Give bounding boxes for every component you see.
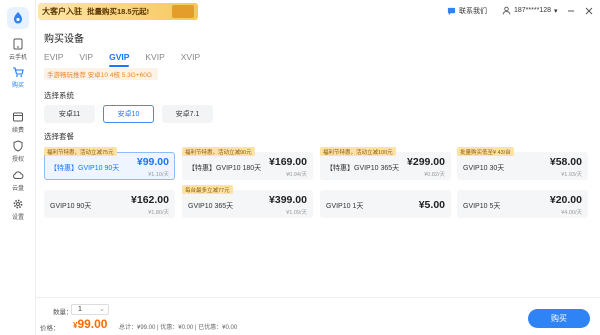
sidebar: 云手机 购买 续费 授权 云盘 设置 bbox=[0, 0, 36, 335]
sidebar-item-label: 续费 bbox=[11, 128, 24, 134]
minimize-button[interactable] bbox=[564, 4, 578, 18]
chevron-down-icon: ▾ bbox=[553, 7, 558, 15]
contact-label: 联系我们 bbox=[459, 8, 487, 15]
promo-title: 大客户入驻 bbox=[42, 7, 82, 16]
user-phone: 187*****128 bbox=[514, 7, 551, 14]
system-section-label: 选择系统 bbox=[44, 91, 74, 100]
cart-icon bbox=[13, 67, 24, 77]
page-title: 购买设备 bbox=[44, 34, 84, 45]
package-name: GVIP10 5天 bbox=[463, 203, 501, 210]
package-price: ¥5.00 bbox=[418, 199, 445, 211]
buy-button[interactable]: 购买 bbox=[528, 309, 590, 328]
package-price: ¥299.00 bbox=[407, 156, 445, 168]
package-section-label: 选择套餐 bbox=[44, 132, 74, 141]
package-daily-price: ¥1.93/天 bbox=[561, 172, 582, 178]
quantity-value: 1 bbox=[78, 306, 82, 313]
sidebar-item-settings[interactable]: 设置 bbox=[0, 198, 36, 224]
system-option-android10[interactable]: 安卓10 bbox=[103, 105, 154, 123]
price-breakdown: 总计：¥99.00 | 优惠：¥0.00 | 已优惠：¥0.00 bbox=[119, 325, 238, 331]
sidebar-item-renew[interactable]: 续费 bbox=[0, 111, 36, 137]
sidebar-item-cloud-disk[interactable]: 云盘 bbox=[0, 169, 36, 195]
user-menu[interactable]: 187*****128 ▾ bbox=[502, 6, 558, 15]
top-bar: 大客户入驻 批量购买18.5元起! 联系我们 187*****128 ▾ bbox=[36, 0, 600, 22]
package-name: GVIP10 90天 bbox=[50, 203, 92, 210]
checkout-bar: 数量： 1 ⌄ 价格： ¥99.00 总计：¥99.00 | 优惠：¥0.00 … bbox=[36, 297, 600, 335]
package-card[interactable]: 【特惠】GVIP10 180天 ¥169.00 ¥0.94/天 bbox=[182, 152, 313, 180]
sidebar-item-label: 购买 bbox=[11, 83, 24, 89]
package-daily-price: ¥1.80/天 bbox=[148, 210, 169, 216]
package-daily-price: ¥1.10/天 bbox=[148, 172, 169, 178]
package-card[interactable]: GVIP10 90天 ¥162.00 ¥1.80/天 bbox=[44, 190, 175, 218]
package-name: 【特惠】GVIP10 180天 bbox=[188, 165, 262, 172]
package-promo-tag: 福利节特惠，活动立减100元 bbox=[320, 147, 396, 156]
package-price: ¥162.00 bbox=[131, 194, 169, 206]
sidebar-item-label: 云盘 bbox=[11, 186, 24, 192]
package-name: 【特惠】GVIP10 90天 bbox=[50, 165, 120, 172]
contact-us-link[interactable]: 联系我们 bbox=[447, 6, 487, 16]
chevron-down-icon: ⌄ bbox=[99, 306, 105, 313]
app-logo bbox=[7, 7, 29, 29]
package-promo-tag: 福利节特惠，活动立减90元 bbox=[182, 147, 255, 156]
package-name: 【特惠】GVIP10 365天 bbox=[326, 165, 400, 172]
tab-xvip[interactable]: XVIP bbox=[181, 52, 200, 62]
tab-gvip[interactable]: GVIP bbox=[109, 52, 130, 67]
gift-icon bbox=[172, 5, 194, 18]
close-button[interactable] bbox=[582, 4, 596, 18]
minimize-icon bbox=[568, 10, 574, 12]
quantity-label: 数量： bbox=[53, 309, 73, 316]
package-price: ¥169.00 bbox=[269, 156, 307, 168]
package-card[interactable]: GVIP10 30天 ¥58.00 ¥1.93/天 bbox=[457, 152, 588, 180]
purchase-panel: 购买设备 EVIP VIP GVIP KVIP XVIP 手游畅玩推荐 安卓10… bbox=[36, 22, 600, 297]
system-option-android7[interactable]: 安卓7.1 bbox=[162, 105, 213, 123]
package-daily-price: ¥4.00/天 bbox=[561, 210, 582, 216]
gear-icon bbox=[13, 199, 23, 209]
total-amount: 99.00 bbox=[77, 317, 108, 331]
price-label: 价格： bbox=[40, 325, 60, 332]
package-card[interactable]: GVIP10 365天 ¥399.00 ¥1.09/天 bbox=[182, 190, 313, 218]
package-card[interactable]: 【特惠】GVIP10 90天 ¥99.00 ¥1.10/天 bbox=[44, 152, 175, 180]
package-name: GVIP10 1天 bbox=[326, 203, 364, 210]
tab-vip[interactable]: VIP bbox=[79, 52, 93, 62]
phone-icon bbox=[13, 38, 23, 50]
sidebar-item-label: 云手机 bbox=[8, 55, 27, 61]
package-price: ¥99.00 bbox=[136, 156, 169, 168]
package-promo-tag: 福利节特惠，活动立减75元 bbox=[44, 147, 117, 156]
quantity-select[interactable]: 1 ⌄ bbox=[71, 304, 109, 315]
sidebar-item-buy[interactable]: 购买 bbox=[0, 66, 36, 92]
package-promo-tag: 每台最多立减77元 bbox=[182, 185, 233, 194]
package-name: GVIP10 365天 bbox=[188, 203, 234, 210]
spec-tip: 手游畅玩推荐 安卓10 4核 5.3G+60G bbox=[44, 68, 158, 80]
sidebar-item-cloud-phone[interactable]: 云手机 bbox=[0, 38, 36, 64]
package-price: ¥20.00 bbox=[549, 194, 582, 206]
vip-tabs: EVIP VIP GVIP KVIP XVIP bbox=[44, 52, 216, 67]
authorize-icon bbox=[13, 140, 23, 152]
close-icon bbox=[585, 7, 593, 15]
package-card[interactable]: GVIP10 5天 ¥20.00 ¥4.00/天 bbox=[457, 190, 588, 218]
cloud-icon bbox=[13, 171, 24, 179]
renew-icon bbox=[13, 112, 23, 122]
user-icon bbox=[502, 6, 511, 15]
package-daily-price: ¥0.94/天 bbox=[286, 172, 307, 178]
package-card[interactable]: GVIP10 1天 ¥5.00 bbox=[320, 190, 451, 218]
chat-icon bbox=[447, 7, 456, 15]
package-price: ¥58.00 bbox=[549, 156, 582, 168]
package-price: ¥399.00 bbox=[269, 194, 307, 206]
logo-icon bbox=[14, 12, 22, 24]
package-card[interactable]: 【特惠】GVIP10 365天 ¥299.00 ¥0.82/天 bbox=[320, 152, 451, 180]
sidebar-item-label: 设置 bbox=[11, 215, 24, 221]
system-option-android11[interactable]: 安卓11 bbox=[44, 105, 95, 123]
package-name: GVIP10 30天 bbox=[463, 165, 505, 172]
package-daily-price: ¥0.82/天 bbox=[424, 172, 445, 178]
sidebar-item-authorize[interactable]: 授权 bbox=[0, 140, 36, 166]
promo-text: 批量购买18.5元起! bbox=[87, 7, 150, 16]
promo-banner[interactable]: 大客户入驻 批量购买18.5元起! bbox=[38, 3, 198, 20]
sidebar-item-label: 授权 bbox=[11, 157, 24, 163]
total-price: ¥99.00 bbox=[73, 317, 107, 331]
package-daily-price: ¥1.09/天 bbox=[286, 210, 307, 216]
tab-evip[interactable]: EVIP bbox=[44, 52, 63, 62]
tab-kvip[interactable]: KVIP bbox=[145, 52, 164, 62]
package-promo-tag: 批量购买低至¥ 43/台 bbox=[457, 147, 514, 156]
